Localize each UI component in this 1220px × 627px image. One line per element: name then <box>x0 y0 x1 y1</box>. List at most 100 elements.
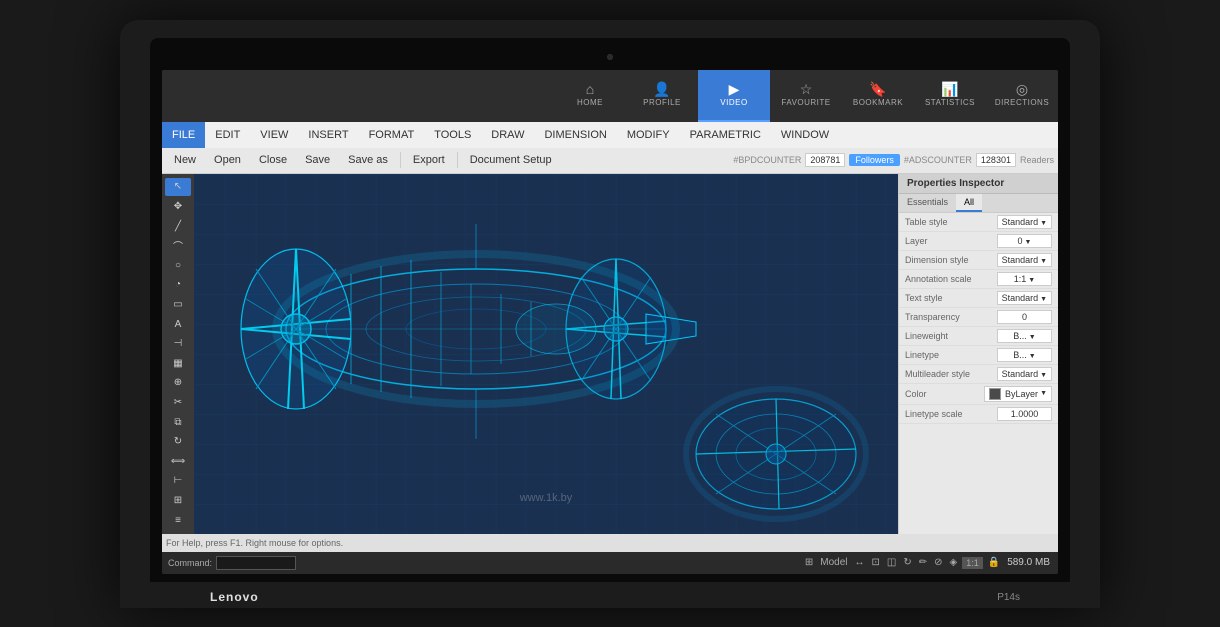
tool-dimension[interactable]: ⊣ <box>165 334 191 353</box>
menu-view[interactable]: VIEW <box>250 122 298 148</box>
panel-title: Properties Inspector <box>899 174 1058 194</box>
menu-parametric[interactable]: PARAMETRIC <box>680 122 771 148</box>
directions-icon: ◎ <box>1016 82 1028 96</box>
lock-icon[interactable]: 🔒 <box>986 556 1002 569</box>
nav-statistics[interactable]: 📊 STATISTICS <box>914 70 986 122</box>
tool-properties[interactable]: ≡ <box>165 511 191 530</box>
move-icon: ↔ <box>853 556 867 569</box>
label-annotationscale: Annotation scale <box>905 274 997 284</box>
menu-insert[interactable]: INSERT <box>298 122 358 148</box>
nav-directions[interactable]: ◎ DIRECTIONS <box>986 70 1058 122</box>
tool-rectangle[interactable]: ▭ <box>165 295 191 314</box>
toolbar-close[interactable]: Close <box>251 152 295 168</box>
tool-mirror[interactable]: ⟺ <box>165 452 191 471</box>
tool-circle[interactable]: ○ <box>165 256 191 275</box>
polar-icon[interactable]: ✏ <box>917 556 929 569</box>
toolbar-save[interactable]: Save <box>297 152 338 168</box>
command-label: Command: <box>168 558 212 568</box>
ortho-icon[interactable]: ↻ <box>901 556 913 569</box>
model-icon[interactable]: ⊞ <box>803 556 815 569</box>
laptop-outer: ⌂ HOME 👤 PROFILE ▶ VIDEO ☆ FAVOURITE 🔖 <box>120 20 1100 608</box>
value-multileaderstyle[interactable]: Standard <box>997 367 1052 381</box>
otrack-icon[interactable]: ◈ <box>948 556 960 569</box>
nav-bookmark[interactable]: 🔖 BOOKMARK <box>842 70 914 122</box>
value-linetype[interactable]: B... <box>997 348 1052 362</box>
panel-rows: Table style Standard Layer 0 Dimension s… <box>899 213 1058 424</box>
snap-icon[interactable]: ◫ <box>885 556 898 569</box>
value-annotationscale[interactable]: 1:1 <box>997 272 1052 286</box>
panel-row-color: Color ByLayer <box>899 384 1058 405</box>
tool-zoom[interactable]: ⊕ <box>165 374 191 393</box>
label-linetypescale: Linetype scale <box>905 409 997 419</box>
tool-polyline[interactable]: ⌒ <box>165 236 191 255</box>
bpdcounter-label: #BPDCOUNTER <box>733 155 801 165</box>
panel-row-annotationscale: Annotation scale 1:1 <box>899 270 1058 289</box>
panel-row-layer: Layer 0 <box>899 232 1058 251</box>
tool-trim[interactable]: ⊢ <box>165 472 191 491</box>
home-icon: ⌂ <box>586 82 594 96</box>
panel-row-multileaderstyle: Multileader style Standard <box>899 365 1058 384</box>
model-label: P14s <box>997 592 1020 603</box>
toolbar-docsetup[interactable]: Document Setup <box>462 152 560 168</box>
panel-tab-all[interactable]: All <box>956 194 982 212</box>
toolbar-saveas[interactable]: Save as <box>340 152 396 168</box>
tool-hatch[interactable]: ▦ <box>165 354 191 373</box>
toolbar-new[interactable]: New <box>166 152 204 168</box>
menu-tools[interactable]: TOOLS <box>424 122 481 148</box>
panel-row-linetypescale: Linetype scale 1.0000 <box>899 405 1058 424</box>
nav-profile[interactable]: 👤 PROFILE <box>626 70 698 122</box>
tool-text[interactable]: A <box>165 315 191 334</box>
panel-row-lineweight: Lineweight B... <box>899 327 1058 346</box>
tool-copy[interactable]: ⧉ <box>165 413 191 432</box>
nav-video[interactable]: ▶ VIDEO <box>698 70 770 122</box>
nav-video-label: VIDEO <box>720 98 747 107</box>
menu-bar: FILE EDIT VIEW INSERT FORMAT TOOLS DRAW … <box>162 122 1058 148</box>
value-transparency[interactable]: 0 <box>997 310 1052 324</box>
watermark: www.1k.by <box>520 492 573 504</box>
panel-row-textstyle: Text style Standard <box>899 289 1058 308</box>
tool-erase[interactable]: ✂ <box>165 393 191 412</box>
readers-label: Readers <box>1020 155 1054 165</box>
menu-modify[interactable]: MODIFY <box>617 122 680 148</box>
tool-arc[interactable]: ◔ <box>165 276 191 295</box>
osnap-icon[interactable]: ⊘ <box>932 556 944 569</box>
tool-line[interactable]: ╱ <box>165 217 191 236</box>
value-color[interactable]: ByLayer <box>984 386 1052 402</box>
menu-draw[interactable]: DRAW <box>481 122 534 148</box>
nav-favourite[interactable]: ☆ FAVOURITE <box>770 70 842 122</box>
panel-tab-essentials[interactable]: Essentials <box>899 194 956 212</box>
command-bar: For Help, press F1. Right mouse for opti… <box>162 534 1058 552</box>
menu-file[interactable]: FILE <box>162 122 205 148</box>
value-linetypescale[interactable]: 1.0000 <box>997 407 1052 421</box>
menu-window[interactable]: WINDOW <box>771 122 839 148</box>
tool-select[interactable]: ↖ <box>165 178 191 197</box>
favourite-icon: ☆ <box>800 82 813 96</box>
command-input[interactable] <box>216 556 296 570</box>
camera-indicator <box>607 54 613 60</box>
nav-home[interactable]: ⌂ HOME <box>554 70 626 122</box>
toolbar-export[interactable]: Export <box>405 152 453 168</box>
screen-bezel: ⌂ HOME 👤 PROFILE ▶ VIDEO ☆ FAVOURITE 🔖 <box>150 38 1070 582</box>
panel-tabs: Essentials All <box>899 194 1058 213</box>
bookmark-icon: 🔖 <box>869 82 886 96</box>
tool-layers[interactable]: ⊞ <box>165 491 191 510</box>
toolbar-open[interactable]: Open <box>206 152 249 168</box>
toolbar-separator-1 <box>400 152 401 168</box>
value-textstyle[interactable]: Standard <box>997 291 1052 305</box>
canvas-area[interactable]: www.1k.by <box>194 174 898 534</box>
followers-badge: Followers <box>849 154 900 166</box>
value-dimstyle[interactable]: Standard <box>997 253 1052 267</box>
panel-row-transparency: Transparency 0 <box>899 308 1058 327</box>
value-layer[interactable]: 0 <box>997 234 1052 248</box>
menu-dimension[interactable]: DIMENSION <box>534 122 616 148</box>
menu-edit[interactable]: EDIT <box>205 122 250 148</box>
grid-icon[interactable]: ⊡ <box>870 556 882 569</box>
menu-format[interactable]: FORMAT <box>359 122 425 148</box>
color-swatch <box>989 388 1001 400</box>
tool-pan[interactable]: ✥ <box>165 197 191 216</box>
value-tablestyle[interactable]: Standard <box>997 215 1052 229</box>
tool-rotate[interactable]: ↻ <box>165 432 191 451</box>
bpdcounter-value: 208781 <box>805 153 845 167</box>
value-lineweight[interactable]: B... <box>997 329 1052 343</box>
left-toolbar: ↖ ✥ ╱ ⌒ ○ ◔ ▭ A ⊣ ▦ ⊕ ✂ ⧉ ↻ ⟺ ⊢ ⊞ <box>162 174 194 534</box>
